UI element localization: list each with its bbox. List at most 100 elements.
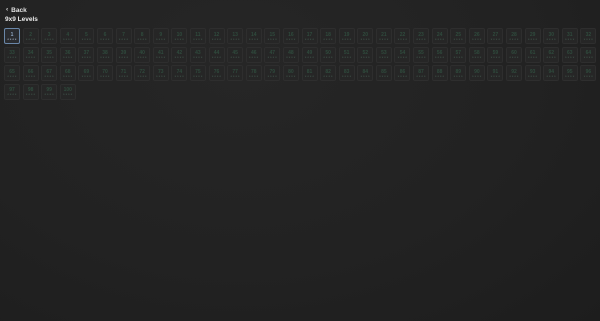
level-tile-41[interactable]: 41 ★★★★	[152, 46, 169, 63]
level-tile-11[interactable]: 11 ★★★★	[189, 28, 206, 44]
level-tile-5[interactable]: 5 ★★★★	[78, 28, 95, 44]
level-tile-44[interactable]: 44 ★★★★	[208, 46, 225, 63]
level-tile-54[interactable]: 54 ★★★★	[394, 46, 411, 63]
level-tile-21[interactable]: 21 ★★★★	[375, 28, 392, 44]
level-tile-9[interactable]: 9 ★★★★	[152, 28, 169, 44]
level-tile-95[interactable]: 95 ★★★★	[561, 65, 578, 81]
level-tile-43[interactable]: 43 ★★★★	[189, 46, 206, 63]
level-tile-83[interactable]: 83 ★★★★	[338, 65, 355, 81]
level-tile-59[interactable]: 59 ★★★★	[487, 46, 504, 63]
level-tile-15[interactable]: 15 ★★★★	[264, 28, 281, 44]
level-tile-53[interactable]: 53 ★★★★	[375, 46, 392, 63]
level-tile-35[interactable]: 35 ★★★★	[41, 46, 58, 63]
level-tile-93[interactable]: 93 ★★★★	[524, 65, 541, 81]
level-tile-90[interactable]: 90 ★★★★	[468, 65, 485, 81]
level-tile-22[interactable]: 22 ★★★★	[394, 28, 411, 44]
level-tile-100[interactable]: 100 ★★★★	[59, 83, 76, 100]
level-tile-24[interactable]: 24 ★★★★	[431, 28, 448, 44]
level-tile-71[interactable]: 71 ★★★★	[115, 65, 132, 81]
level-tile-96[interactable]: 96 ★★★★	[580, 65, 597, 81]
level-tile-27[interactable]: 27 ★★★★	[487, 28, 504, 44]
level-tile-82[interactable]: 82 ★★★★	[320, 65, 337, 81]
level-tile-74[interactable]: 74 ★★★★	[171, 65, 188, 81]
level-tile-55[interactable]: 55 ★★★★	[413, 46, 430, 63]
level-tile-42[interactable]: 42 ★★★★	[171, 46, 188, 63]
level-tile-10[interactable]: 10 ★★★★	[171, 28, 188, 44]
level-tile-63[interactable]: 63 ★★★★	[561, 46, 578, 63]
level-tile-58[interactable]: 58 ★★★★	[468, 46, 485, 63]
level-tile-3[interactable]: 3 ★★★★	[41, 28, 58, 44]
level-tile-16[interactable]: 16 ★★★★	[282, 28, 299, 44]
level-tile-13[interactable]: 13 ★★★★	[227, 28, 244, 44]
level-tile-56[interactable]: 56 ★★★★	[431, 46, 448, 63]
level-tile-29[interactable]: 29 ★★★★	[524, 28, 541, 44]
level-tile-48[interactable]: 48 ★★★★	[282, 46, 299, 63]
level-tile-37[interactable]: 37 ★★★★	[78, 46, 95, 63]
level-tile-76[interactable]: 76 ★★★★	[208, 65, 225, 81]
level-tile-62[interactable]: 62 ★★★★	[543, 46, 560, 63]
level-tile-33[interactable]: 33 ★★★★	[4, 46, 20, 63]
level-tile-51[interactable]: 51 ★★★★	[338, 46, 355, 63]
level-tile-66[interactable]: 66 ★★★★	[22, 65, 39, 81]
back-button[interactable]: ‹ Back	[6, 5, 27, 15]
level-tile-89[interactable]: 89 ★★★★	[450, 65, 467, 81]
level-tile-92[interactable]: 92 ★★★★	[506, 65, 523, 81]
level-tile-79[interactable]: 79 ★★★★	[264, 65, 281, 81]
level-tile-7[interactable]: 7 ★★★★	[115, 28, 132, 44]
level-tile-49[interactable]: 49 ★★★★	[301, 46, 318, 63]
level-tile-18[interactable]: 18 ★★★★	[320, 28, 337, 44]
level-tile-28[interactable]: 28 ★★★★	[506, 28, 523, 44]
level-tile-31[interactable]: 31 ★★★★	[561, 28, 578, 44]
level-tile-78[interactable]: 78 ★★★★	[245, 65, 262, 81]
level-tile-67[interactable]: 67 ★★★★	[41, 65, 58, 81]
level-tile-47[interactable]: 47 ★★★★	[264, 46, 281, 63]
level-tile-81[interactable]: 81 ★★★★	[301, 65, 318, 81]
level-tile-4[interactable]: 4 ★★★★	[59, 28, 76, 44]
level-tile-25[interactable]: 25 ★★★★	[450, 28, 467, 44]
level-tile-80[interactable]: 80 ★★★★	[282, 65, 299, 81]
level-tile-17[interactable]: 17 ★★★★	[301, 28, 318, 44]
level-tile-97[interactable]: 97 ★★★★	[4, 83, 20, 100]
level-tile-69[interactable]: 69 ★★★★	[78, 65, 95, 81]
level-tile-34[interactable]: 34 ★★★★	[22, 46, 39, 63]
level-tile-72[interactable]: 72 ★★★★	[134, 65, 151, 81]
level-tile-73[interactable]: 73 ★★★★	[152, 65, 169, 81]
level-tile-36[interactable]: 36 ★★★★	[59, 46, 76, 63]
level-tile-2[interactable]: 2 ★★★★	[22, 28, 39, 44]
level-tile-12[interactable]: 12 ★★★★	[208, 28, 225, 44]
level-tile-70[interactable]: 70 ★★★★	[96, 65, 113, 81]
level-tile-20[interactable]: 20 ★★★★	[357, 28, 374, 44]
level-tile-23[interactable]: 23 ★★★★	[413, 28, 430, 44]
level-tile-85[interactable]: 85 ★★★★	[375, 65, 392, 81]
level-tile-98[interactable]: 98 ★★★★	[22, 83, 39, 100]
level-tile-40[interactable]: 40 ★★★★	[134, 46, 151, 63]
level-tile-32[interactable]: 32 ★★★★	[580, 28, 597, 44]
level-tile-91[interactable]: 91 ★★★★	[487, 65, 504, 81]
level-tile-99[interactable]: 99 ★★★★	[41, 83, 58, 100]
level-tile-45[interactable]: 45 ★★★★	[227, 46, 244, 63]
level-tile-84[interactable]: 84 ★★★★	[357, 65, 374, 81]
level-tile-94[interactable]: 94 ★★★★	[543, 65, 560, 81]
level-tile-50[interactable]: 50 ★★★★	[320, 46, 337, 63]
level-tile-19[interactable]: 19 ★★★★	[338, 28, 355, 44]
level-tile-30[interactable]: 30 ★★★★	[543, 28, 560, 44]
level-tile-75[interactable]: 75 ★★★★	[189, 65, 206, 81]
level-tile-38[interactable]: 38 ★★★★	[96, 46, 113, 63]
level-tile-14[interactable]: 14 ★★★★	[245, 28, 262, 44]
level-tile-61[interactable]: 61 ★★★★	[524, 46, 541, 63]
level-tile-57[interactable]: 57 ★★★★	[450, 46, 467, 63]
level-tile-68[interactable]: 68 ★★★★	[59, 65, 76, 81]
level-tile-88[interactable]: 88 ★★★★	[431, 65, 448, 81]
level-tile-65[interactable]: 65 ★★★★	[4, 65, 20, 81]
level-tile-86[interactable]: 86 ★★★★	[394, 65, 411, 81]
level-tile-77[interactable]: 77 ★★★★	[227, 65, 244, 81]
level-tile-6[interactable]: 6 ★★★★	[96, 28, 113, 44]
level-tile-60[interactable]: 60 ★★★★	[506, 46, 523, 63]
level-tile-52[interactable]: 52 ★★★★	[357, 46, 374, 63]
level-tile-39[interactable]: 39 ★★★★	[115, 46, 132, 63]
level-tile-64[interactable]: 64 ★★★★	[580, 46, 597, 63]
level-tile-26[interactable]: 26 ★★★★	[468, 28, 485, 44]
level-tile-46[interactable]: 46 ★★★★	[245, 46, 262, 63]
level-tile-8[interactable]: 8 ★★★★	[134, 28, 151, 44]
level-tile-87[interactable]: 87 ★★★★	[413, 65, 430, 81]
